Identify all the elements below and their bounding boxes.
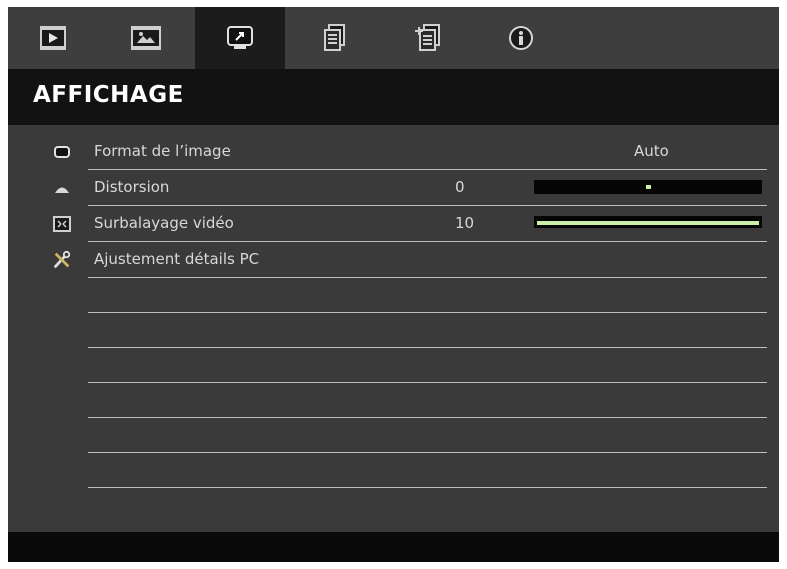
document-icon <box>324 24 345 51</box>
overscan-value: 10 <box>455 214 475 232</box>
menu-item-pc-details[interactable]: Ajustement détails PC <box>8 242 779 277</box>
keystone-icon <box>52 178 72 198</box>
document-settings-icon <box>415 24 440 51</box>
tab-document-settings[interactable] <box>383 7 473 69</box>
row-divider <box>88 312 767 313</box>
row-divider <box>88 487 767 488</box>
info-icon <box>509 26 533 50</box>
page-title: AFFICHAGE <box>33 82 184 108</box>
tab-display[interactable] <box>195 7 285 69</box>
menu-footer <box>8 532 779 562</box>
menu-item-keystone[interactable]: Distorsion 0 <box>8 170 779 205</box>
tab-image[interactable] <box>101 7 191 69</box>
image-icon <box>131 26 161 50</box>
keystone-value: 0 <box>455 178 465 196</box>
menu-item-overscan[interactable]: Surbalayage vidéo 10 <box>8 206 779 241</box>
display-icon <box>227 26 253 49</box>
menu-item-label: Ajustement détails PC <box>94 250 260 268</box>
menu-header: AFFICHAGE <box>8 69 779 125</box>
keystone-slider[interactable] <box>534 180 762 194</box>
row-divider <box>88 277 767 278</box>
row-divider <box>88 417 767 418</box>
menu-item-label: Distorsion <box>94 178 170 196</box>
menu-item-label: Surbalayage vidéo <box>94 214 234 232</box>
menu-item-aspect-ratio[interactable]: Format de l’image Auto <box>8 134 779 169</box>
slider-fill <box>537 221 759 225</box>
row-divider <box>88 382 767 383</box>
rectangle-icon <box>52 142 72 162</box>
overscan-slider[interactable] <box>534 216 762 228</box>
tab-bar <box>8 7 779 69</box>
tab-info[interactable] <box>476 7 566 69</box>
slider-marker[interactable] <box>646 185 651 189</box>
aspect-ratio-value: Auto <box>634 142 669 160</box>
row-divider <box>88 347 767 348</box>
play-icon <box>40 26 66 50</box>
tab-play[interactable] <box>8 7 98 69</box>
osd-menu: AFFICHAGE Format de l’image Auto Distors… <box>8 7 779 562</box>
row-divider <box>88 452 767 453</box>
overscan-icon <box>52 214 72 234</box>
tab-document[interactable] <box>290 7 380 69</box>
tools-icon <box>52 250 72 270</box>
menu-item-label: Format de l’image <box>94 142 231 160</box>
